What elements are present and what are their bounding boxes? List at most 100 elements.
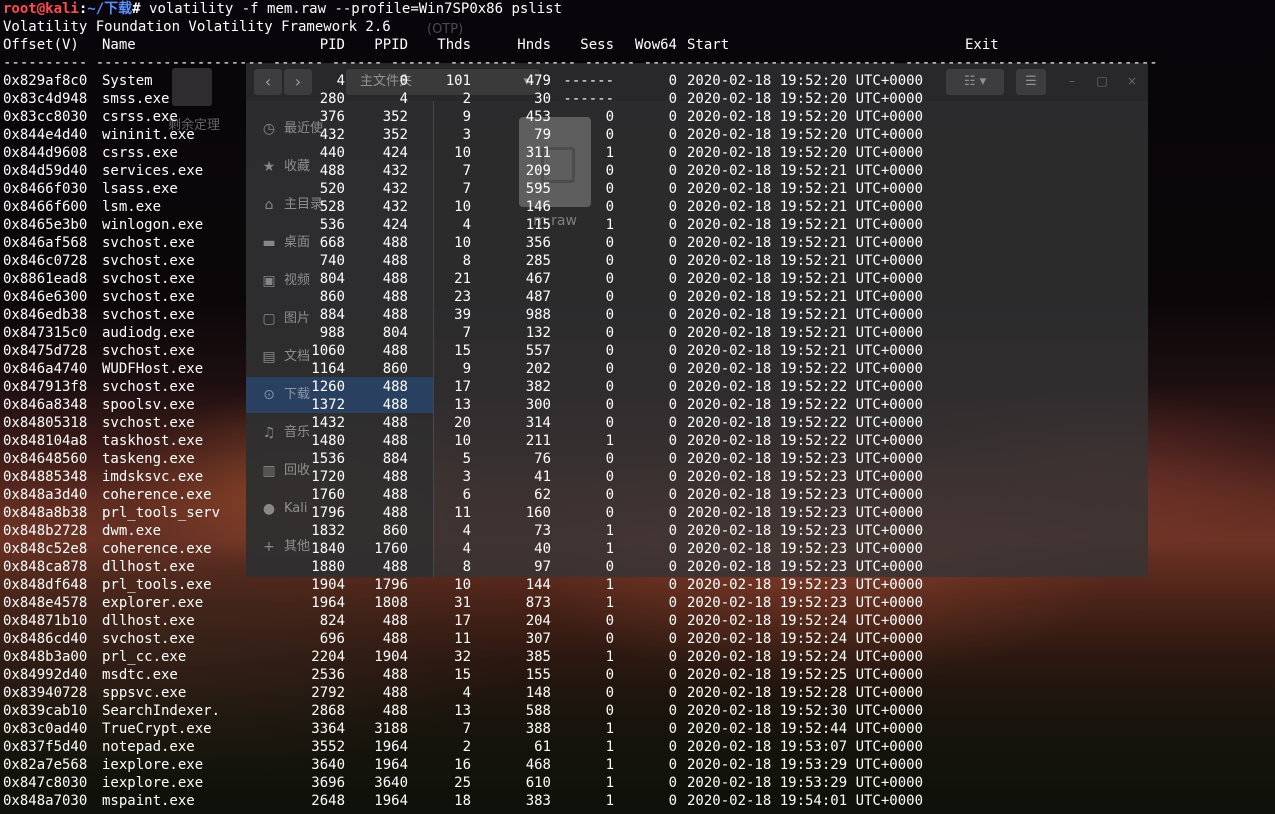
cell-pid: 280	[319, 91, 345, 107]
cell-thds: 25	[454, 775, 471, 791]
cell-offset: 0x8486cd40	[3, 631, 88, 647]
cell-wow64: 0	[668, 613, 677, 629]
cell-hnds: 40	[534, 541, 551, 557]
cell-thds: 32	[454, 649, 471, 665]
cell-pid: 1832	[311, 523, 345, 539]
cell-hnds: 115	[525, 217, 551, 233]
cell-ppid: 1760	[374, 541, 408, 557]
table-row: 0x848a8b38 prl_tools_serv 1796 488 11 160 0 0 20…	[3, 504, 1003, 522]
cell-pid: 1480	[311, 433, 345, 449]
cell-start: 2020-02-18 19:52:22 UTC+0000	[687, 379, 924, 395]
cell-pid: 1164	[311, 361, 345, 377]
cell-name: csrss.exe	[102, 109, 178, 125]
cell-name: smss.exe	[102, 91, 170, 107]
cell-ppid: 488	[382, 685, 408, 701]
cell-pid: 988	[319, 325, 345, 341]
cell-hnds: 314	[525, 415, 551, 431]
cell-start: 2020-02-18 19:53:29 UTC+0000	[687, 757, 924, 773]
column-header-hnds: Hnds	[517, 37, 551, 53]
cell-pid: 440	[319, 145, 345, 161]
cell-ppid: 488	[382, 433, 408, 449]
cell-wow64: 0	[668, 199, 677, 215]
cell-name: WUDFHost.exe	[102, 361, 204, 377]
cell-name: audiodg.exe	[102, 325, 195, 341]
cell-name: spoolsv.exe	[102, 397, 195, 413]
cell-wow64: 0	[668, 343, 677, 359]
cell-sess: 1	[605, 145, 614, 161]
cell-wow64: 0	[668, 433, 677, 449]
cell-sess: 0	[605, 613, 614, 629]
cell-pid: 4	[336, 73, 345, 89]
cell-start: 2020-02-18 19:52:20 UTC+0000	[687, 109, 924, 125]
cell-ppid: 1964	[374, 793, 408, 809]
cell-wow64: 0	[668, 721, 677, 737]
cell-sess: 0	[605, 307, 614, 323]
cell-thds: 31	[454, 595, 471, 611]
cell-pid: 376	[319, 109, 345, 125]
cell-wow64: 0	[668, 703, 677, 719]
cell-thds: 4	[462, 217, 471, 233]
cell-wow64: 0	[668, 631, 677, 647]
cell-offset: 0x847c8030	[3, 775, 88, 791]
cell-ppid: 488	[382, 469, 408, 485]
cell-ppid: 488	[382, 667, 408, 683]
cell-pid: 668	[319, 235, 345, 251]
cell-name: SearchIndexer.	[102, 703, 221, 719]
cell-sess: 0	[605, 415, 614, 431]
cell-pid: 2536	[311, 667, 345, 683]
cell-offset: 0x847913f8	[3, 379, 88, 395]
cell-offset: 0x8466f600	[3, 199, 88, 215]
cell-hnds: 132	[525, 325, 551, 341]
cell-wow64: 0	[668, 109, 677, 125]
cell-pid: 2868	[311, 703, 345, 719]
cell-hnds: 41	[534, 469, 551, 485]
column-header-name: Name	[102, 37, 136, 53]
table-row: 0x83940728 sppsvc.exe 2792 488 4 148 0 0 2020-02…	[3, 684, 1003, 702]
cell-ppid: 1964	[374, 739, 408, 755]
cell-ppid: 1964	[374, 757, 408, 773]
screen: 剩余定理 (OTP) ‹ › 主文件夹 ▾ ☷ ▾ ☰ – □ × ◷ 最近使 …	[0, 0, 1275, 814]
cell-pid: 1060	[311, 343, 345, 359]
cell-wow64: 0	[668, 595, 677, 611]
cell-offset: 0x837f5d40	[3, 739, 88, 755]
cell-name: sppsvc.exe	[102, 685, 187, 701]
cell-offset: 0x848a7030	[3, 793, 88, 809]
cell-hnds: 146	[525, 199, 551, 215]
cell-sess: 0	[605, 343, 614, 359]
cell-pid: 1880	[311, 559, 345, 575]
cell-ppid: 488	[382, 253, 408, 269]
cell-hnds: 307	[525, 631, 551, 647]
cell-sess: 0	[605, 631, 614, 647]
cell-start: 2020-02-18 19:52:23 UTC+0000	[687, 451, 924, 467]
cell-wow64: 0	[668, 235, 677, 251]
cell-hnds: 356	[525, 235, 551, 251]
cell-start: 2020-02-18 19:52:21 UTC+0000	[687, 181, 924, 197]
cell-ppid: 488	[382, 631, 408, 647]
cell-offset: 0x848b2728	[3, 523, 88, 539]
cell-sess: 1	[605, 217, 614, 233]
cell-hnds: 160	[525, 505, 551, 521]
cell-name: lsm.exe	[102, 199, 162, 215]
cell-pid: 3552	[311, 739, 345, 755]
cell-start: 2020-02-18 19:52:23 UTC+0000	[687, 559, 924, 575]
cell-hnds: 155	[525, 667, 551, 683]
cell-start: 2020-02-18 19:52:21 UTC+0000	[687, 325, 924, 341]
cell-name: dwm.exe	[102, 523, 162, 539]
table-row: 0x84d59d40 services.exe 488 432 7 209 0 0 2020-0…	[3, 162, 1003, 180]
cell-wow64: 0	[668, 505, 677, 521]
cell-sess: 0	[605, 667, 614, 683]
terminal-output[interactable]: root@kali:~/下载# volatility -f mem.raw --…	[0, 0, 1275, 814]
cell-thds: 9	[462, 109, 471, 125]
column-separator-line: ---------- -------------------- ------ -…	[3, 55, 1158, 71]
cell-thds: 10	[454, 199, 471, 215]
cell-sess: 1	[605, 721, 614, 737]
cell-ppid: 352	[382, 109, 408, 125]
cell-start: 2020-02-18 19:52:25 UTC+0000	[687, 667, 924, 683]
cell-ppid: 3640	[374, 775, 408, 791]
cell-wow64: 0	[668, 379, 677, 395]
table-row: 0x8486cd40 svchost.exe 696 488 11 307 0 0 2020-0…	[3, 630, 1003, 648]
cell-thds: 8	[462, 559, 471, 575]
cell-offset: 0x829af8c0	[3, 73, 88, 89]
cell-start: 2020-02-18 19:52:20 UTC+0000	[687, 91, 924, 107]
cell-pid: 3364	[311, 721, 345, 737]
